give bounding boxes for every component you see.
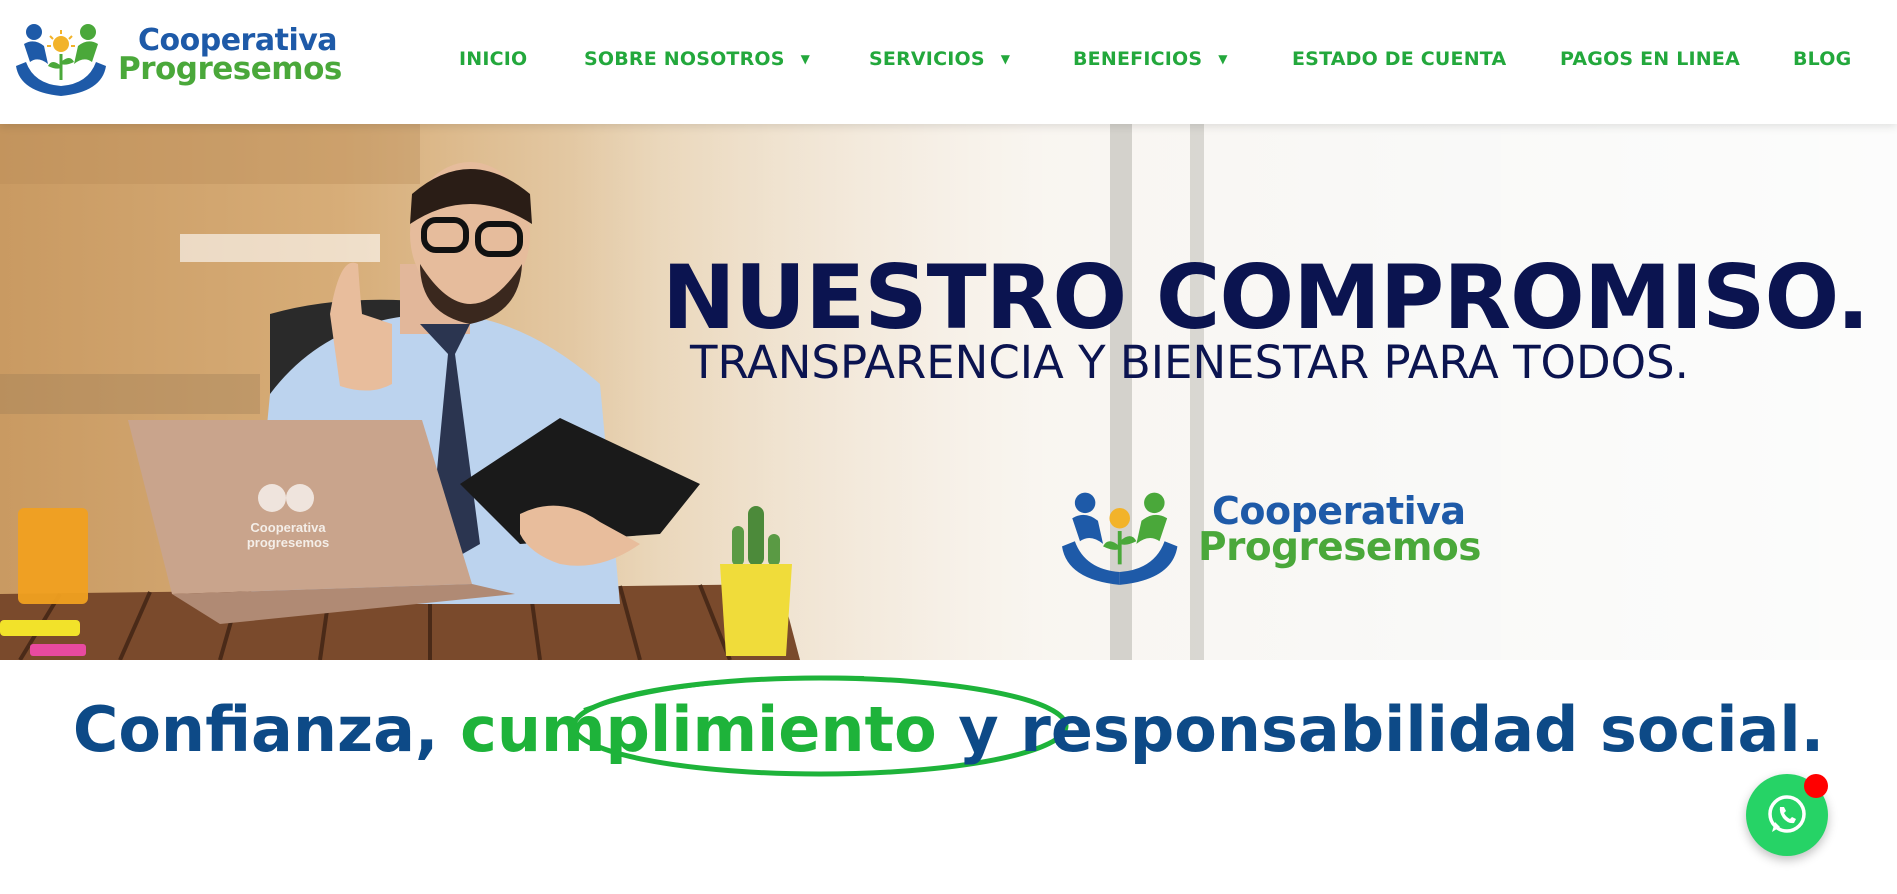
nav-item-servicios[interactable]: SERVICIOS ▼ [869,48,1010,70]
tagline-highlight: cumplimiento [460,693,937,766]
nav-item-beneficios[interactable]: BENEFICIOS ▼ [1073,48,1228,70]
tagline-heading: Confianza, cumplimiento y responsabilida… [0,690,1897,770]
nav-label: ESTADO DE CUENTA [1292,48,1507,70]
nav-item-inicio[interactable]: INICIO [459,48,527,70]
nav-item-sobre-nosotros[interactable]: SOBRE NOSOTROS ▼ [584,48,810,70]
tagline-before: Confianza, [72,693,461,766]
nav-label: SERVICIOS [869,48,985,70]
nav-label: INICIO [459,48,528,70]
nav-label: SOBRE NOSOTROS [584,48,785,70]
whatsapp-icon [1768,795,1806,833]
nav-label: BENEFICIOS [1073,48,1203,70]
hero-subtitle: TRANSPARENCIA Y BIENESTAR PARA TODOS. [690,336,1689,389]
site-header: Cooperativa Progresemos INICIO SOBRE NOS… [0,0,1897,124]
nav-item-pagos-en-linea[interactable]: PAGOS EN LINEA [1560,48,1740,70]
hero-photo: Cooperativa progresemos [0,124,1204,660]
caret-down-icon: ▼ [1218,52,1228,66]
nav-label: PAGOS EN LINEA [1560,48,1740,70]
nav-label: BLOG [1793,48,1852,70]
caret-down-icon: ▼ [1000,52,1011,66]
hero-title: NUESTRO COMPROMISO. [662,246,1870,349]
notification-badge [1804,774,1828,798]
nav-item-estado-de-cuenta[interactable]: ESTADO DE CUENTA [1292,48,1506,70]
logo-line-2: Progresemos [118,51,342,87]
hero-banner: Cooperativa progresemos NUESTRO COMPROMI… [0,124,1897,660]
site-logo[interactable]: Cooperativa Progresemos [12,22,342,100]
caret-down-icon: ▼ [800,52,811,66]
logo-wordmark: Cooperativa Progresemos [118,26,342,85]
laptop-logo-line-1: Cooperativa [250,520,326,535]
hero-logo-wordmark: Cooperativa Progresemos [1198,492,1482,570]
nav-item-blog[interactable]: BLOG [1793,48,1851,70]
tagline-after: y responsabilidad social. [936,693,1825,766]
laptop-logo-line-2: progresemos [247,535,329,550]
hero-logo: Cooperativa Progresemos [1056,490,1482,590]
cooperative-hands-logo-icon [16,24,106,96]
cooperative-hands-logo-icon [1062,492,1178,585]
juice-glass [18,508,88,604]
cactus-pot [720,506,792,656]
hero-logo-line-2: Progresemos [1198,525,1482,570]
